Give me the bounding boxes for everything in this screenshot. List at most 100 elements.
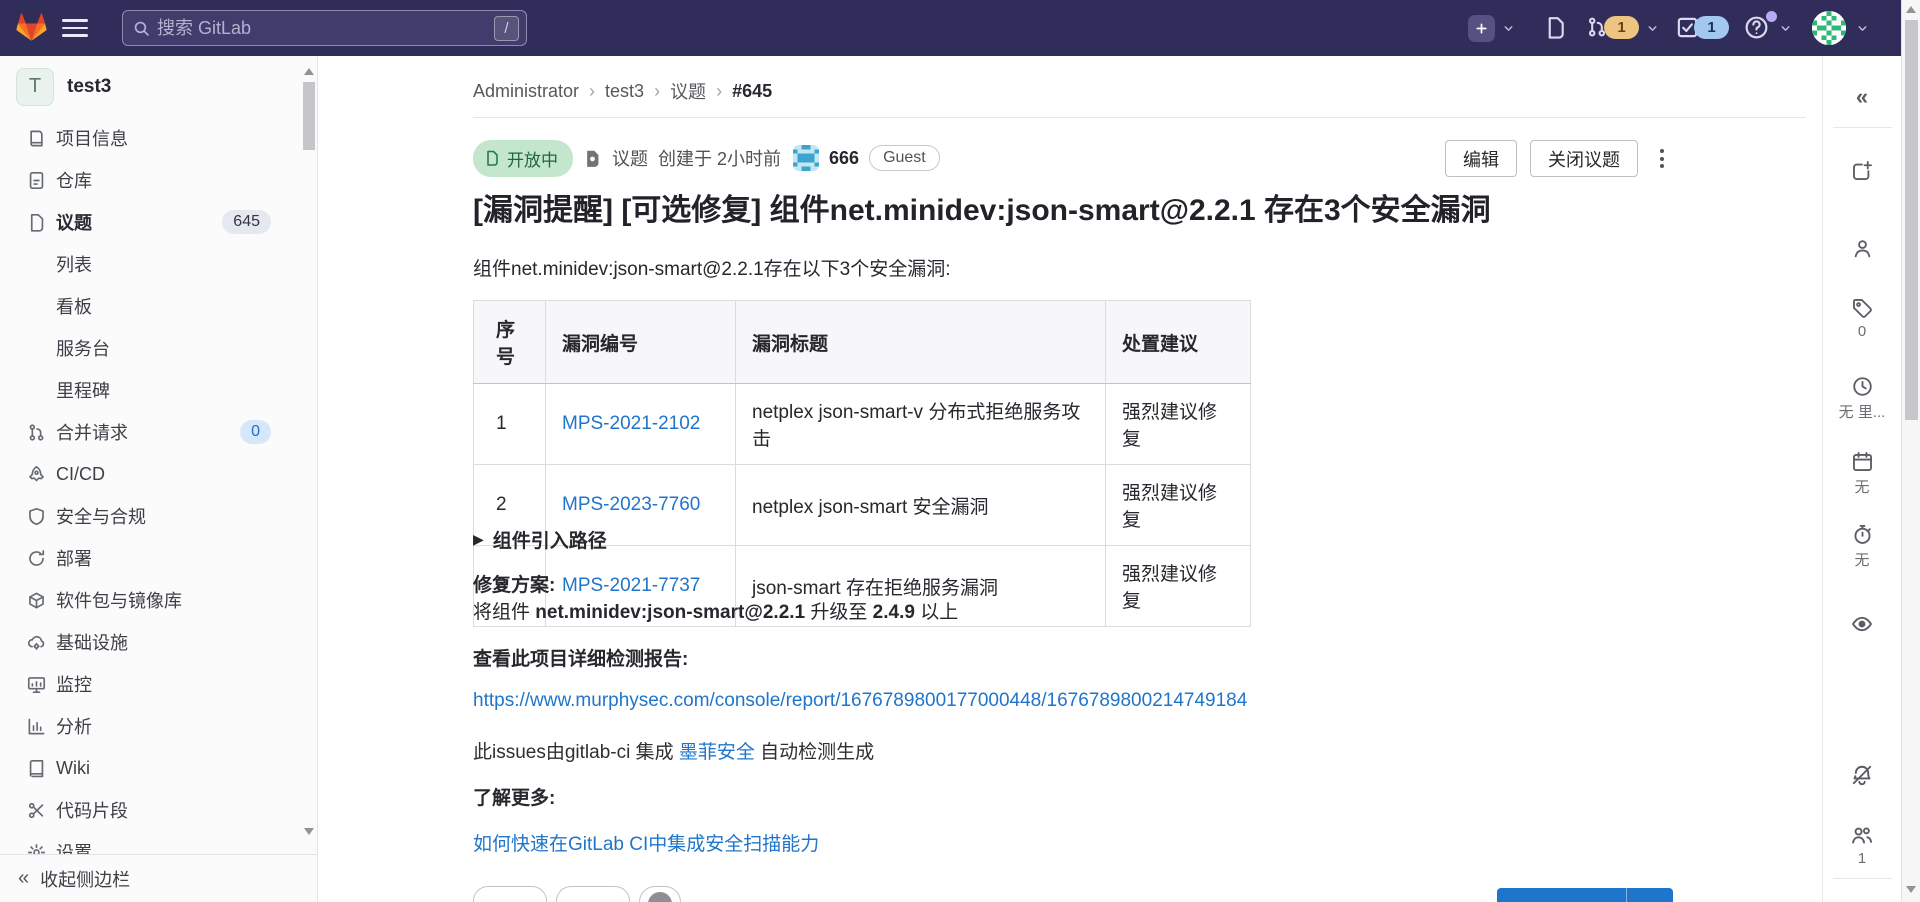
learn-more-link[interactable]: 如何快速在GitLab CI中集成安全扫描能力	[473, 829, 819, 856]
sidebar-item[interactable]: 服务台	[0, 327, 317, 369]
scroll-down-arrow[interactable]	[1906, 886, 1916, 893]
merge-requests-icon	[27, 423, 46, 442]
sidebar-item[interactable]: 项目信息	[0, 117, 317, 159]
chevron-down-icon[interactable]	[1502, 22, 1515, 35]
thumbs-down-button[interactable]	[556, 886, 630, 902]
breadcrumb-link[interactable]: test3	[605, 81, 644, 102]
close-issue-button[interactable]: 关闭议题	[1530, 140, 1638, 177]
search-input[interactable]	[157, 12, 457, 44]
collapse-sidebar-button[interactable]: « 收起侧边栏	[0, 854, 317, 902]
gitlab-logo-icon[interactable]	[16, 12, 47, 42]
project-information-icon	[27, 129, 46, 148]
search-box[interactable]: /	[122, 10, 527, 46]
collapse-chevrons-icon: «	[18, 867, 30, 889]
sidebar-item[interactable]: 代码片段	[0, 789, 317, 831]
fix-text: 以上	[914, 602, 959, 623]
report-heading: 查看此项目详细检测报告:	[473, 649, 689, 670]
todo-rail-button[interactable]	[1823, 160, 1901, 181]
breadcrumb-link[interactable]: 议题	[670, 78, 706, 104]
component-path-toggle[interactable]: ▶ 组件引入路径	[473, 526, 607, 553]
table-header: 序号 漏洞编号 漏洞标题 处置建议	[473, 300, 1251, 384]
help-icon[interactable]	[1744, 15, 1769, 40]
hamburger-menu-icon[interactable]	[62, 17, 88, 39]
package-icon	[27, 591, 46, 610]
stopwatch-icon	[1853, 525, 1871, 544]
breadcrumb-separator: ›	[716, 80, 723, 101]
breadcrumb-link[interactable]: Administrator	[473, 81, 579, 102]
dropdown-caret[interactable]	[1626, 888, 1673, 902]
create-merge-request-label: 创建合并请求	[1497, 888, 1626, 902]
add-reaction-button[interactable]	[639, 886, 681, 902]
create-merge-request-button[interactable]: 创建合并请求	[1497, 888, 1673, 902]
sidebar-item-label: 代码片段	[56, 801, 128, 821]
sidebar-item[interactable]: 看板	[0, 285, 317, 327]
author-role-badge: Guest	[869, 145, 940, 171]
todo-count-badge[interactable]: 1	[1694, 16, 1729, 39]
sidebar-item-label: 基础设施	[56, 633, 128, 653]
sidebar-item[interactable]: 分析	[0, 705, 317, 747]
thumbs-up-button[interactable]	[473, 886, 547, 902]
sidebar-item[interactable]: 监控	[0, 663, 317, 705]
due-date-rail-button[interactable]: 无	[1823, 451, 1901, 497]
edit-button[interactable]: 编辑	[1445, 140, 1517, 177]
generated-text: 自动检测生成	[754, 742, 875, 763]
sidebar-item[interactable]: 议题 645	[0, 201, 317, 243]
participants-icon	[1852, 827, 1873, 844]
vulnerability-table: 序号 漏洞编号 漏洞标题 处置建议 1 MPS-2021-2102 netplex jso…	[473, 300, 1251, 627]
author-name[interactable]: 666	[829, 148, 859, 169]
sidebar-item[interactable]: 仓库	[0, 159, 317, 201]
sidebar-item[interactable]: 部署	[0, 537, 317, 579]
scrollbar-thumb[interactable]	[303, 82, 315, 150]
fix-plan-heading: 修复方案:	[473, 575, 556, 596]
wiki-icon	[27, 759, 46, 778]
learn-more-heading: 了解更多:	[473, 788, 556, 809]
sidebar-item[interactable]: 合并请求 0	[0, 411, 317, 453]
labels-icon	[1852, 299, 1872, 318]
merge-request-count-badge[interactable]: 1	[1604, 16, 1639, 39]
milestone-rail-button[interactable]: 无 里...	[1823, 376, 1901, 422]
scroll-up-arrow[interactable]	[1906, 6, 1916, 13]
sidebar-item-label: 看板	[56, 297, 92, 317]
chevron-down-icon[interactable]	[1856, 22, 1869, 35]
table-row: 1 MPS-2021-2102 netplex json-smart-v 分布式拒绝…	[473, 383, 1251, 465]
kebab-menu-icon[interactable]	[1651, 140, 1673, 177]
confidentiality-rail-button[interactable]	[1823, 613, 1901, 635]
rocket-icon	[27, 465, 46, 484]
author-avatar[interactable]	[793, 145, 820, 171]
monitor-icon	[27, 675, 46, 694]
sidebar-item-label: Wiki	[56, 757, 90, 778]
project-header[interactable]: T test3	[0, 56, 317, 117]
sidebar-item[interactable]: 基础设施	[0, 621, 317, 663]
vuln-id-link[interactable]: MPS-2023-7760	[562, 494, 700, 515]
vuln-advice-cell: 强烈建议修复	[1105, 545, 1251, 627]
participants-rail-button[interactable]: 1	[1823, 824, 1901, 867]
sidebar-item[interactable]: 里程碑	[0, 369, 317, 411]
new-menu-button[interactable]	[1468, 15, 1495, 42]
chevron-down-icon[interactable]	[1646, 22, 1659, 35]
murphysec-link[interactable]: 墨菲安全	[679, 742, 755, 763]
sidebar-item[interactable]: 安全与合规	[0, 495, 317, 537]
user-avatar[interactable]	[1812, 11, 1846, 45]
vuln-id-link[interactable]: MPS-2021-2102	[562, 413, 700, 434]
issue-intro-text: 组件net.minidev:json-smart@2.2.1存在以下3个安全漏洞…	[473, 259, 951, 280]
time-tracking-rail-button[interactable]: 无	[1823, 524, 1901, 570]
labels-rail-button[interactable]: 0	[1823, 298, 1901, 340]
assignee-rail-button[interactable]	[1823, 238, 1901, 259]
scrollbar-thumb[interactable]	[1905, 20, 1918, 420]
vuln-id-link[interactable]: MPS-2021-7737	[562, 575, 700, 596]
sidebar-item[interactable]: CI/CD	[0, 453, 317, 495]
sidebar-item[interactable]: 软件包与镜像库	[0, 579, 317, 621]
sidebar-item[interactable]: Wiki	[0, 747, 317, 789]
issues-icon[interactable]	[1544, 16, 1567, 39]
table-header-cell: 序号	[473, 300, 546, 384]
status-badge-label: 开放中	[507, 150, 558, 170]
sidebar-item[interactable]: 列表	[0, 243, 317, 285]
chevron-down-icon[interactable]	[1779, 22, 1792, 35]
report-link[interactable]: https://www.murphysec.com/console/report…	[473, 690, 1247, 712]
search-icon	[133, 20, 150, 37]
expand-sidebar-button[interactable]: «	[1823, 84, 1901, 110]
sidebar-scrollbar[interactable]	[301, 56, 317, 854]
page-scrollbar[interactable]	[1901, 0, 1920, 902]
repository-icon	[27, 171, 46, 190]
notifications-rail-button[interactable]	[1823, 764, 1901, 786]
